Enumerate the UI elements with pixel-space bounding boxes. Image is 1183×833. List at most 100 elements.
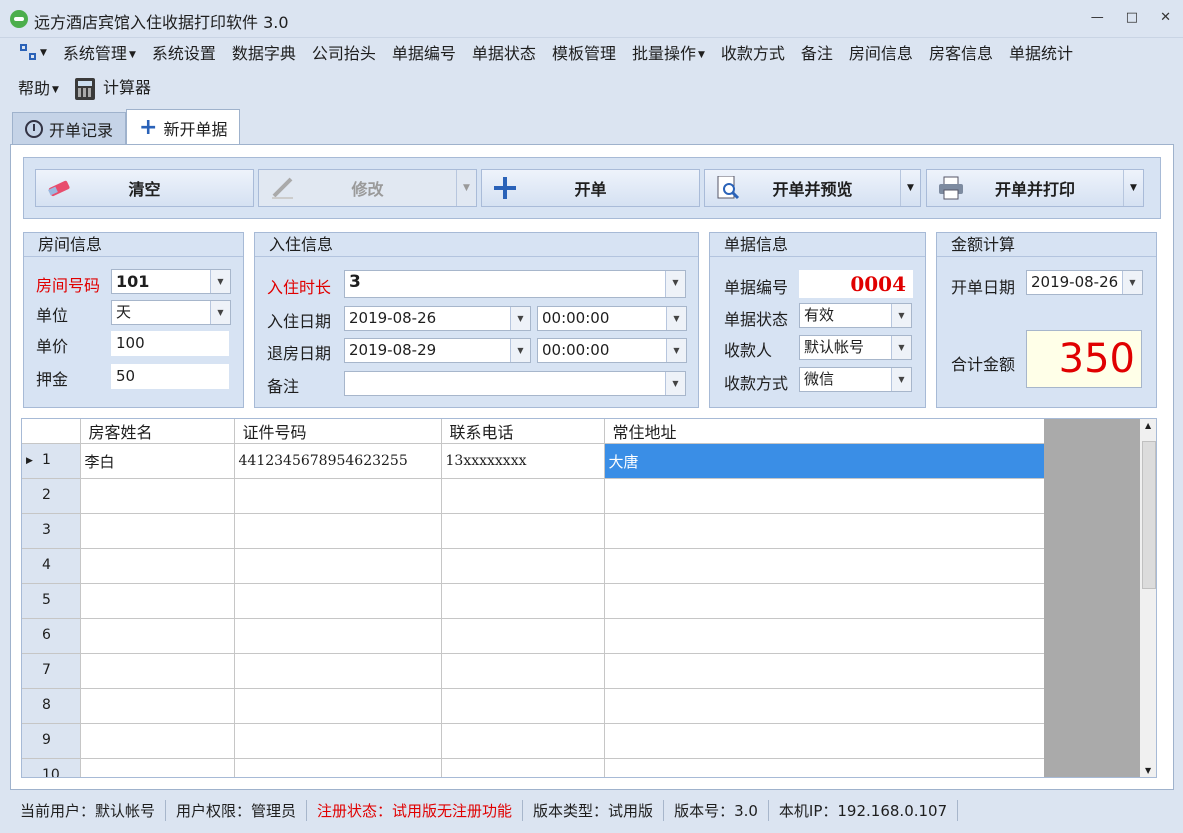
- close-button[interactable]: ✕: [1160, 10, 1171, 25]
- col-header-phone[interactable]: 联系电话: [441, 419, 605, 444]
- menu-template-manage[interactable]: 模板管理: [544, 40, 624, 64]
- scroll-thumb[interactable]: [1142, 441, 1156, 589]
- row-header[interactable]: 10: [22, 758, 81, 777]
- payment-method-select[interactable]: 微信 ▼: [799, 367, 912, 392]
- table-row[interactable]: 5: [22, 583, 1045, 619]
- table-row[interactable]: 7: [22, 653, 1045, 689]
- menu-room-info[interactable]: 房间信息: [841, 40, 921, 64]
- checkout-date-field[interactable]: 2019-08-29 ▼: [344, 338, 531, 363]
- cell-phone[interactable]: [441, 723, 605, 759]
- minimize-button[interactable]: —: [1091, 10, 1104, 25]
- room-no-field[interactable]: 101 ▼: [111, 269, 231, 294]
- payee-select[interactable]: 默认帐号 ▼: [799, 335, 912, 360]
- chevron-down-icon[interactable]: ▼: [666, 339, 686, 362]
- maximize-button[interactable]: □: [1126, 10, 1138, 25]
- clear-button[interactable]: 清空: [35, 169, 254, 207]
- chevron-down-icon[interactable]: ▼: [1122, 271, 1142, 294]
- cell-address[interactable]: [604, 723, 1045, 759]
- checkin-date-field[interactable]: 2019-08-26 ▼: [344, 306, 531, 331]
- cell-name[interactable]: [80, 478, 235, 514]
- cell-id[interactable]: [234, 688, 442, 724]
- col-header-id[interactable]: 证件号码: [234, 419, 442, 444]
- cell-id[interactable]: [234, 548, 442, 584]
- row-header[interactable]: 3: [22, 513, 81, 549]
- cell-phone[interactable]: [441, 583, 605, 619]
- cell-address[interactable]: 大唐: [604, 443, 1045, 479]
- col-header-address[interactable]: 常住地址: [604, 419, 1045, 444]
- checkout-time-field[interactable]: 00:00:00 ▼: [537, 338, 687, 363]
- row-header[interactable]: 8: [22, 688, 81, 724]
- bill-date-field[interactable]: 2019-08-26 ▼: [1026, 270, 1143, 295]
- tab-records[interactable]: 开单记录: [12, 112, 127, 145]
- chevron-down-icon[interactable]: ▼: [665, 271, 685, 297]
- col-header-name[interactable]: 房客姓名: [80, 419, 235, 444]
- cell-phone[interactable]: [441, 478, 605, 514]
- menu-statistics[interactable]: 单据统计: [1001, 40, 1081, 64]
- menu-help[interactable]: 帮助 ▼: [10, 75, 67, 99]
- menu-system-manage[interactable]: 系统管理 ▼: [55, 40, 144, 64]
- menu-calculator[interactable]: 计算器: [67, 74, 159, 100]
- menu-system-settings[interactable]: 系统设置: [144, 40, 224, 64]
- table-row[interactable]: 8: [22, 688, 1045, 724]
- preview-dropdown[interactable]: ▼: [900, 170, 920, 206]
- cell-address[interactable]: [604, 618, 1045, 654]
- cell-id[interactable]: [234, 478, 442, 514]
- menu-dictionary[interactable]: 数据字典: [224, 40, 304, 64]
- cell-address[interactable]: [604, 513, 1045, 549]
- cell-phone[interactable]: [441, 758, 605, 777]
- receipt-no-field[interactable]: 0004: [799, 270, 913, 298]
- cell-name[interactable]: [80, 513, 235, 549]
- price-field[interactable]: 100: [111, 331, 229, 356]
- cell-address[interactable]: [604, 583, 1045, 619]
- menu-grid-icon[interactable]: ▼: [12, 42, 55, 62]
- checkin-time-field[interactable]: 00:00:00 ▼: [537, 306, 687, 331]
- tab-new-receipt[interactable]: + 新开单据: [126, 109, 241, 145]
- cell-phone[interactable]: [441, 653, 605, 689]
- menu-receipt-number[interactable]: 单据编号: [384, 40, 464, 64]
- grid-scrollbar[interactable]: ▲ ▼: [1140, 419, 1156, 777]
- cell-address[interactable]: [604, 758, 1045, 777]
- table-row[interactable]: 2: [22, 478, 1045, 514]
- remark-field[interactable]: ▼: [344, 371, 686, 396]
- modify-button[interactable]: 修改 ▼: [258, 169, 477, 207]
- cell-id[interactable]: [234, 758, 442, 777]
- table-row[interactable]: ▶ 1 李白 4412345678954623255 13xxxxxxxx 大唐: [22, 443, 1045, 479]
- chevron-down-icon[interactable]: ▼: [510, 307, 530, 330]
- table-row[interactable]: 10: [22, 758, 1045, 777]
- chevron-down-icon[interactable]: ▼: [891, 336, 911, 359]
- menu-guest-info[interactable]: 房客信息: [921, 40, 1001, 64]
- chevron-down-icon[interactable]: ▼: [210, 270, 230, 293]
- cell-name[interactable]: [80, 653, 235, 689]
- receipt-status-select[interactable]: 有效 ▼: [799, 303, 912, 328]
- scroll-down-icon[interactable]: ▼: [1145, 766, 1151, 775]
- cell-name[interactable]: [80, 688, 235, 724]
- cell-phone[interactable]: 13xxxxxxxx: [441, 443, 605, 479]
- row-header[interactable]: 4: [22, 548, 81, 584]
- row-header[interactable]: 9: [22, 723, 81, 759]
- cell-name[interactable]: [80, 723, 235, 759]
- cell-id[interactable]: 4412345678954623255: [234, 443, 442, 479]
- chevron-down-icon[interactable]: ▼: [665, 372, 685, 395]
- table-row[interactable]: 4: [22, 548, 1045, 584]
- row-header[interactable]: ▶ 1: [22, 443, 81, 479]
- cell-name[interactable]: [80, 758, 235, 777]
- scroll-up-icon[interactable]: ▲: [1145, 421, 1151, 430]
- table-row[interactable]: 6: [22, 618, 1045, 654]
- modify-dropdown[interactable]: ▼: [456, 170, 476, 206]
- cell-id[interactable]: [234, 583, 442, 619]
- chevron-down-icon[interactable]: ▼: [666, 307, 686, 330]
- cell-id[interactable]: [234, 618, 442, 654]
- cell-id[interactable]: [234, 723, 442, 759]
- menu-batch[interactable]: 批量操作 ▼: [624, 40, 713, 64]
- open-print-button[interactable]: 开单并打印 ▼: [926, 169, 1144, 207]
- cell-name[interactable]: [80, 618, 235, 654]
- cell-name[interactable]: 李白: [80, 443, 235, 479]
- cell-address[interactable]: [604, 548, 1045, 584]
- menu-remark[interactable]: 备注: [793, 40, 841, 64]
- cell-phone[interactable]: [441, 548, 605, 584]
- open-button[interactable]: 开单: [481, 169, 700, 207]
- unit-select[interactable]: 天 ▼: [111, 300, 231, 325]
- row-header[interactable]: 5: [22, 583, 81, 619]
- chevron-down-icon[interactable]: ▼: [210, 301, 230, 324]
- cell-phone[interactable]: [441, 513, 605, 549]
